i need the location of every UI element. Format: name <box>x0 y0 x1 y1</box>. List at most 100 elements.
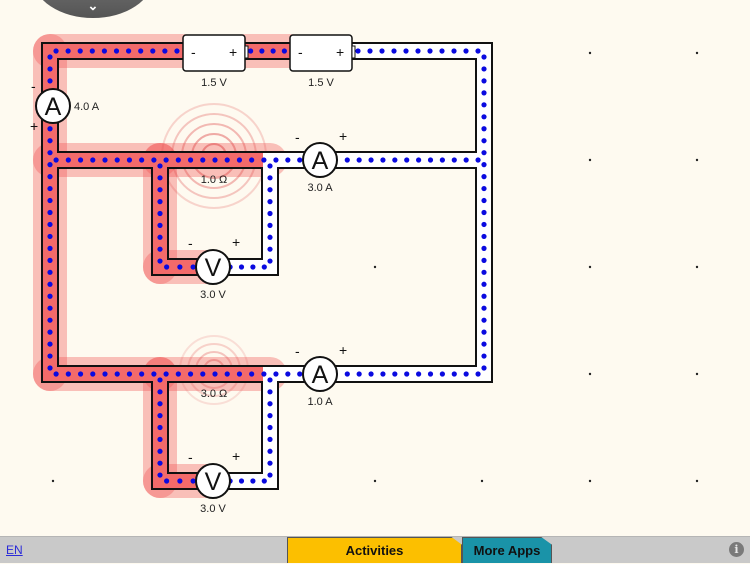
electron-dot <box>47 150 53 156</box>
electron-dot <box>157 175 163 181</box>
ammeter-main-neg: - <box>31 78 36 94</box>
electron-dot <box>267 460 273 466</box>
electron-dot <box>177 264 183 270</box>
electron-dot <box>451 157 457 163</box>
electron-dot <box>463 371 469 377</box>
electron-dot <box>285 157 291 163</box>
electron-dot <box>77 48 83 54</box>
grid-dot <box>588 158 592 162</box>
electron-dot <box>267 246 273 252</box>
electron-dot <box>157 210 163 217</box>
electron-dot <box>344 371 350 377</box>
electron-dot <box>475 157 481 163</box>
tab-activities[interactable]: Activities <box>287 537 462 563</box>
electron-dot <box>47 54 53 60</box>
grid-dot <box>695 479 699 483</box>
battery-2[interactable]: - + 1.5 V <box>289 34 356 89</box>
electron-dot <box>267 234 273 240</box>
electron-dot <box>249 157 255 163</box>
electron-dot <box>481 54 487 60</box>
electron-dot <box>267 424 273 431</box>
electron-dot <box>481 317 487 323</box>
electron-dot <box>162 48 168 54</box>
electron-dot <box>404 371 410 377</box>
electron-dot <box>163 157 169 163</box>
electron-dot <box>481 185 487 192</box>
electron-dot <box>164 264 170 270</box>
grid-dot <box>588 51 592 55</box>
electron-dot <box>481 174 487 180</box>
electron-dot <box>267 436 273 442</box>
electron-dot <box>138 48 144 54</box>
electron-dot <box>481 293 487 299</box>
battery-1[interactable]: - + 1.5 V <box>182 34 249 89</box>
electron-dot <box>157 234 163 240</box>
electron-dot <box>236 371 243 377</box>
electron-dot <box>481 281 487 287</box>
electron-dot <box>164 478 170 484</box>
electron-dot <box>47 329 53 335</box>
tab-more-apps[interactable]: More Apps <box>462 537 552 563</box>
electron-dot <box>481 78 487 84</box>
electron-dot <box>47 305 53 311</box>
electron-dot <box>273 157 279 163</box>
electron-dot <box>157 377 163 383</box>
electron-dot <box>65 371 71 377</box>
voltmeter-1-reading: 3.0 V <box>200 289 226 301</box>
electron-dot <box>151 371 157 377</box>
electron-dot <box>157 222 163 228</box>
electron-dot <box>157 246 163 252</box>
electron-dot <box>267 377 273 383</box>
electron-dot <box>177 478 183 484</box>
ammeter-main-pos: + <box>30 118 38 134</box>
electron-dot <box>481 365 487 371</box>
language-link[interactable]: EN <box>6 543 23 557</box>
resistor-2-label: 3.0 Ω <box>201 388 228 400</box>
electron-dot <box>267 210 273 217</box>
electron-dot <box>267 187 273 193</box>
electron-dot <box>439 157 445 163</box>
electron-dot <box>65 48 71 54</box>
electron-dot <box>481 341 487 347</box>
electron-dot <box>47 233 53 240</box>
info-icon[interactable]: i <box>729 542 744 557</box>
electron-dot <box>47 126 53 132</box>
resistor-1-label: 1.0 Ω <box>201 174 228 186</box>
electron-dot <box>65 157 71 163</box>
electron-dot <box>427 371 434 377</box>
electron-dot <box>379 48 385 54</box>
electron-dot <box>47 293 53 299</box>
electron-dot <box>481 66 487 72</box>
circuit-canvas[interactable]: - + 1.5 V - + 1.5 V 1.0 Ω 3.0 Ω A - + 4.… <box>0 0 750 536</box>
electron-dot <box>475 48 481 54</box>
electron-dot <box>267 258 273 264</box>
electron-dot <box>47 341 53 347</box>
grid-dot <box>695 51 699 55</box>
ammeter-branch-2-pos: + <box>339 342 347 358</box>
electron-dot <box>47 353 53 359</box>
grid-dot <box>588 265 592 269</box>
electron-dot <box>391 48 397 54</box>
electron-dot <box>157 436 163 442</box>
electron-dot <box>53 157 59 163</box>
electron-dot <box>200 371 206 377</box>
electron-dot <box>481 150 487 156</box>
bottom-bar: EN Activities More Apps i <box>0 536 750 563</box>
electron-dot <box>261 371 267 377</box>
electron-dot <box>439 371 445 377</box>
electron-dot <box>157 199 163 205</box>
electron-dot <box>267 472 273 478</box>
electron-dot <box>212 371 218 377</box>
electron-dot <box>261 478 267 484</box>
electron-dot <box>248 48 254 54</box>
ammeter-branch-1-neg: - <box>295 129 300 145</box>
electron-dot <box>47 185 53 192</box>
electron-dot <box>463 48 469 54</box>
electron-dot <box>157 472 163 478</box>
electron-dot <box>270 48 276 54</box>
battery-2-neg-sign: - <box>298 44 303 60</box>
electron-dot <box>250 478 256 484</box>
electron-dot <box>427 48 433 54</box>
electron-dot <box>157 460 163 466</box>
voltmeter-2-pos: + <box>232 448 240 464</box>
